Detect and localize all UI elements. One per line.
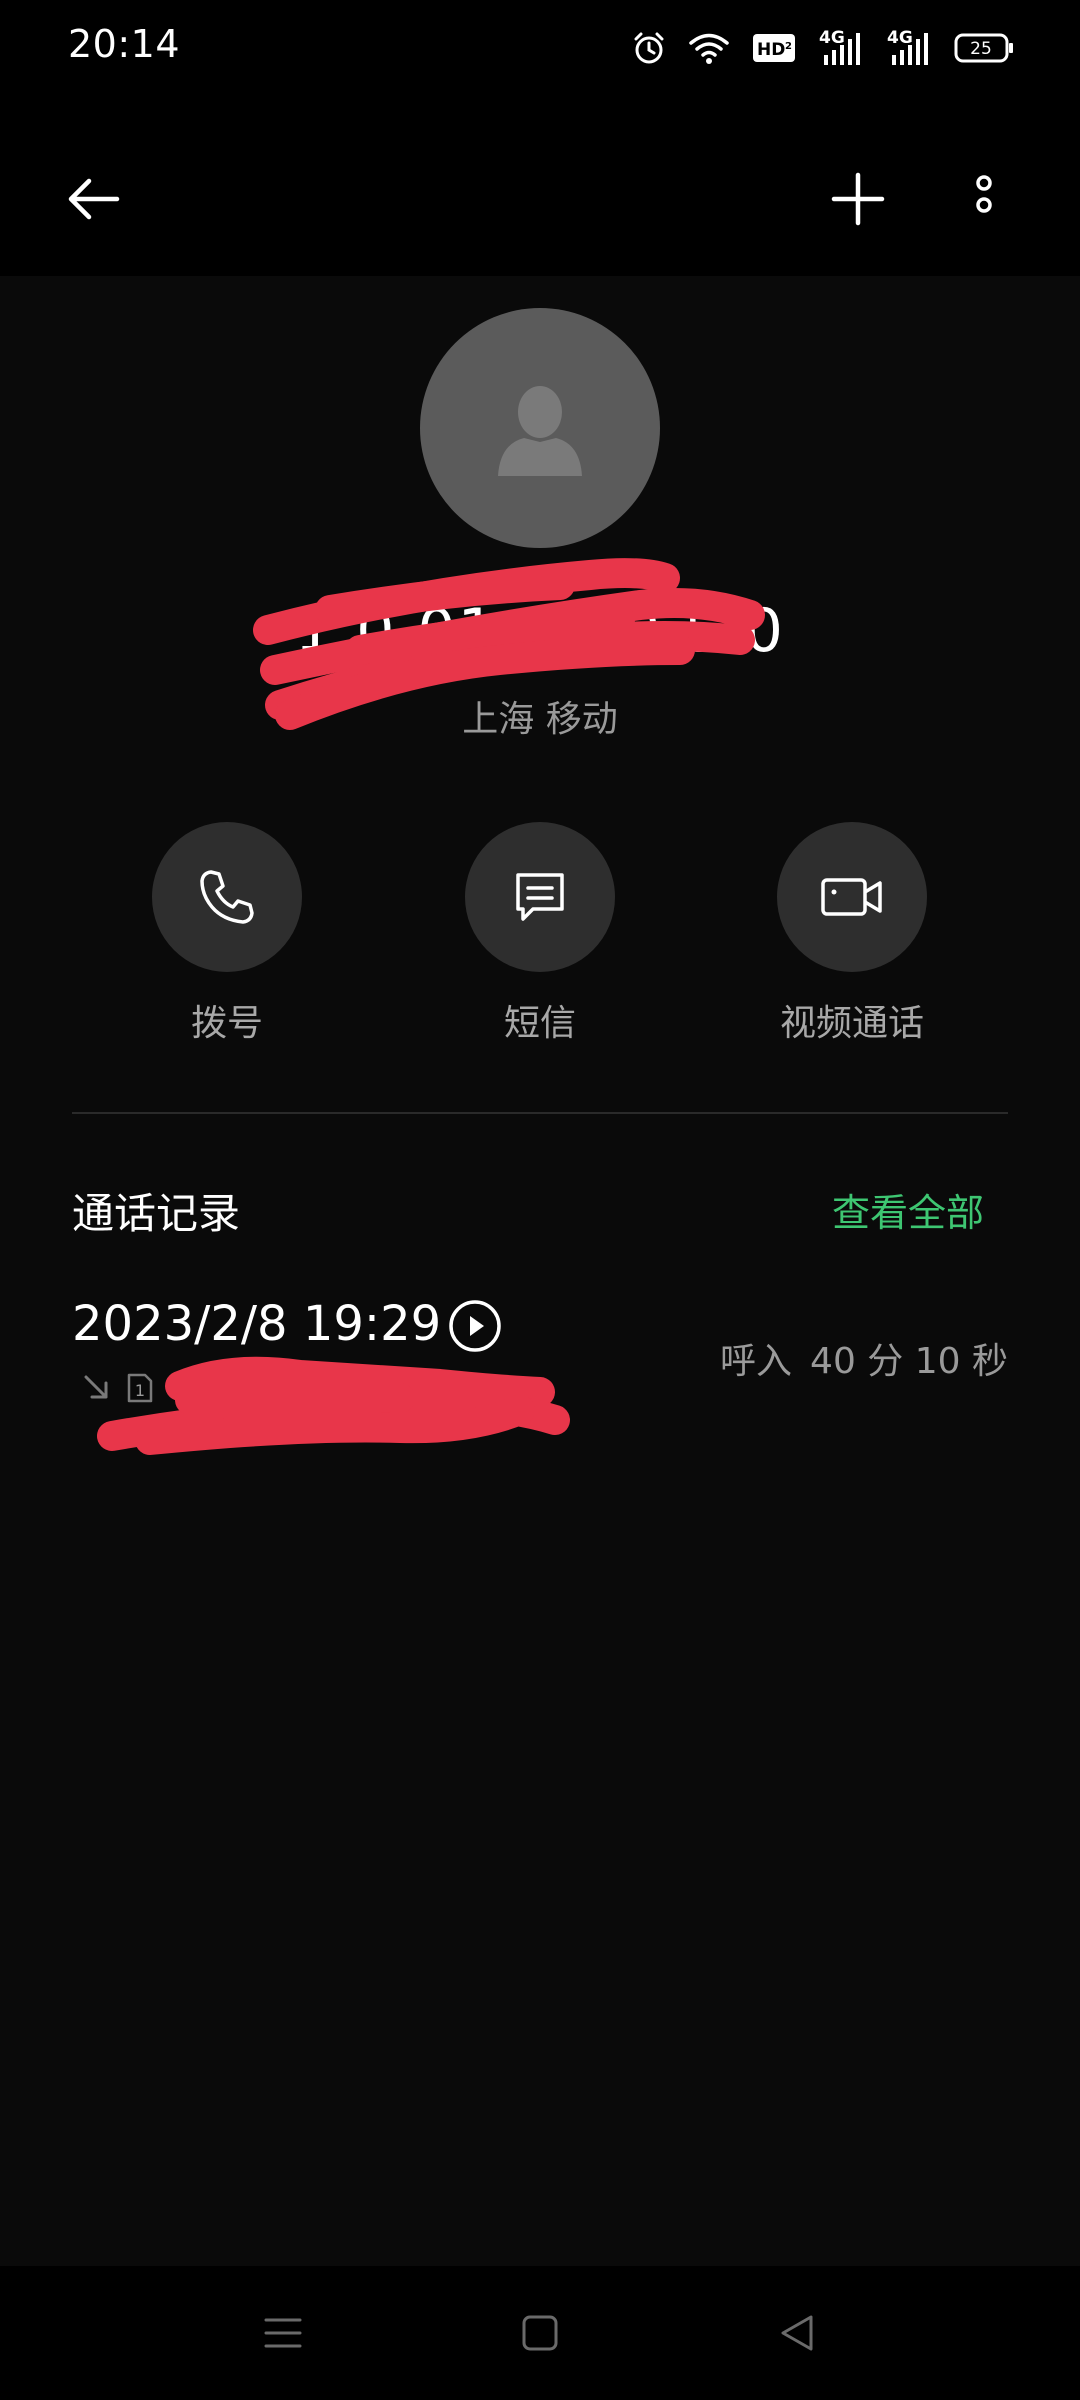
view-all-link[interactable]: 查看全部 [832, 1182, 984, 1237]
sim-number: 1 [135, 1381, 145, 1400]
sim-card-icon: 1 [127, 1373, 153, 1403]
add-contact-button[interactable] [813, 154, 903, 244]
battery-level: 25 [970, 39, 992, 59]
incoming-call-icon [84, 1375, 108, 1399]
call-type: 呼入 [720, 1341, 793, 1382]
status-time: 20:14 [68, 22, 181, 66]
home-square-icon [522, 2315, 558, 2351]
back-triangle-icon [781, 2315, 813, 2351]
call-record-meta: 1 [82, 1372, 154, 1404]
carrier-location: 上海 移动 [462, 699, 618, 740]
signal-1-icon: 4G [819, 29, 860, 65]
video-call-icon [821, 878, 882, 916]
plus-icon [831, 172, 885, 226]
contact-avatar [420, 308, 660, 548]
back-button[interactable] [48, 154, 138, 244]
contact-detail-screen: 20:14 HD 2 4G 4G 25 1 0 01 0 . 0 5 0 上海 … [0, 0, 1080, 2400]
message-icon [516, 873, 564, 921]
call-label: 拨号 [190, 1003, 263, 1044]
nav-menu-button[interactable] [246, 2296, 320, 2370]
more-options-button[interactable] [939, 154, 1029, 244]
message-button[interactable] [465, 822, 615, 972]
video-call-button[interactable] [777, 822, 927, 972]
call-log-title: 通话记录 [72, 1189, 241, 1238]
signal-2-icon: 4G [887, 29, 928, 65]
action-message[interactable]: 短信 [410, 822, 670, 1046]
battery-icon: 25 [954, 33, 1013, 63]
wifi-icon [689, 33, 729, 64]
call-record-summary: 呼入 40 分 10 秒 [702, 1332, 1008, 1384]
call-button[interactable] [152, 822, 302, 972]
arrow-left-icon [68, 178, 120, 220]
call-duration: 40 分 10 秒 [810, 1341, 1008, 1382]
status-bar: 20:14 HD 2 4G 4G 25 [0, 0, 1080, 96]
call-record-datetime[interactable]: 2023/2/8 19:29 [72, 1296, 441, 1352]
menu-icon [264, 2318, 302, 2348]
section-divider [72, 1112, 1008, 1114]
play-recording-icon[interactable] [448, 1299, 502, 1353]
hd-icon: HD 2 [753, 34, 795, 62]
hd-label: HD [757, 40, 785, 60]
more-vertical-icon [976, 175, 992, 213]
video-call-label: 视频通话 [779, 1003, 924, 1044]
status-icons: HD 2 4G 4G 25 [632, 26, 1014, 70]
person-icon [498, 386, 582, 476]
action-call[interactable]: 拨号 [97, 822, 357, 1046]
navigation-bar [0, 2266, 1080, 2400]
nav-back-button[interactable] [760, 2296, 834, 2370]
hd-sub-label: 2 [785, 41, 792, 52]
message-label: 短信 [503, 1003, 576, 1044]
nav-home-button[interactable] [503, 2296, 577, 2370]
phone-number[interactable]: 1 0 01 0 . 0 5 0 [0, 596, 1080, 666]
phone-icon [200, 870, 254, 924]
alarm-icon [634, 32, 664, 64]
app-bar [0, 96, 1080, 276]
action-video-call[interactable]: 视频通话 [722, 822, 982, 1046]
